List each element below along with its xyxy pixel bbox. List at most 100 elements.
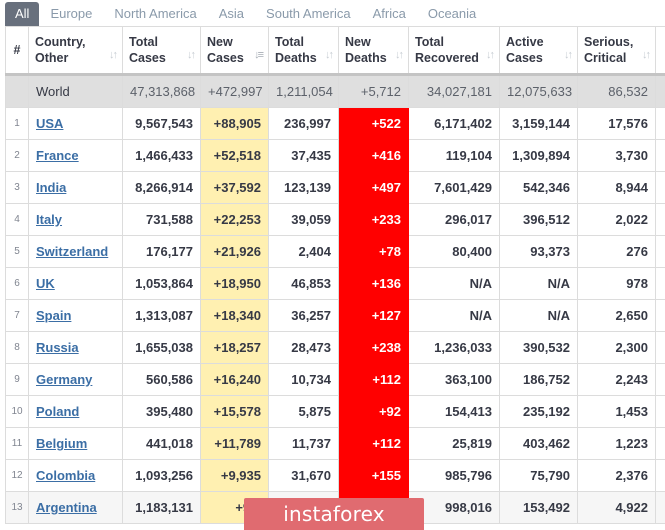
tab-all[interactable]: All: [5, 2, 40, 26]
new-cases-cell: +16,240: [200, 363, 269, 396]
col-total-cases-label-1: Total: [129, 35, 158, 49]
rank-cell: 3: [5, 171, 29, 204]
tab-north-america[interactable]: North America: [103, 2, 207, 26]
sort-icon[interactable]: ↓↑: [325, 47, 334, 63]
active-cases-cell: 75,790: [499, 459, 578, 492]
new-cases-cell: +21,926: [200, 235, 269, 268]
country-cell: Spain: [28, 299, 123, 332]
new-deaths-cell: +416: [338, 139, 409, 172]
rank-cell: 9: [5, 363, 29, 396]
new-cases-cell: +9,935: [200, 459, 269, 492]
sort-icon[interactable]: ↓↑: [642, 47, 651, 63]
rank-cell: 5: [5, 235, 29, 268]
total-recovered-cell: 363,100: [408, 363, 500, 396]
country-link[interactable]: Colombia: [36, 468, 95, 483]
col-total-recovered[interactable]: Total Recovered ↓↑: [408, 26, 500, 76]
col-total-cases[interactable]: Total Cases ↓↑: [122, 26, 201, 76]
new-cases-cell: +22,253: [200, 203, 269, 236]
sort-icon[interactable]: ↓↑: [395, 47, 404, 63]
active-cases-cell: 542,346: [499, 171, 578, 204]
overflow-cell: [655, 267, 665, 300]
col-new-deaths-label-2: Deaths: [345, 51, 387, 65]
total-recovered-cell: N/A: [408, 299, 500, 332]
new-deaths-cell: +497: [338, 171, 409, 204]
col-country[interactable]: Country, Other ↓↑: [28, 26, 123, 76]
total-cases-cell: 176,177: [122, 235, 201, 268]
country-link[interactable]: Belgium: [36, 436, 87, 451]
total-cases-cell: 1,183,131: [122, 491, 201, 524]
country-link[interactable]: Germany: [36, 372, 92, 387]
table-row: 1 USA 9,567,543 +88,905 236,997 +522 6,171,402…: [5, 107, 665, 140]
new-deaths-cell: +112: [338, 363, 409, 396]
country-link[interactable]: France: [36, 148, 79, 163]
tab-oceania[interactable]: Oceania: [417, 2, 487, 26]
sort-icon[interactable]: ↓↑: [564, 47, 573, 63]
col-serious-label-2: Critical: [584, 51, 627, 65]
active-cases-cell: 186,752: [499, 363, 578, 396]
overflow-cell: [655, 203, 665, 236]
serious-critical-cell: 276: [577, 235, 656, 268]
total-deaths-cell: 28,473: [268, 331, 339, 364]
country-link[interactable]: Poland: [36, 404, 79, 419]
overflow-cell: [655, 363, 665, 396]
sort-icon[interactable]: ↓↑: [187, 47, 196, 63]
country-link[interactable]: UK: [36, 276, 55, 291]
tab-africa[interactable]: Africa: [362, 2, 417, 26]
active-cases-cell: 396,512: [499, 203, 578, 236]
country-link[interactable]: Switzerland: [36, 244, 108, 259]
serious-critical-cell: 2,376: [577, 459, 656, 492]
overflow-cell: [655, 139, 665, 172]
country-link[interactable]: Argentina: [36, 500, 97, 515]
country-cell: Belgium: [28, 427, 123, 460]
country-link[interactable]: Spain: [36, 308, 71, 323]
col-new-cases[interactable]: New Cases ↓≡: [200, 26, 269, 76]
new-deaths-cell: +155: [338, 459, 409, 492]
serious-critical-cell: 2,022: [577, 203, 656, 236]
col-serious-critical[interactable]: Serious, Critical ↓↑: [577, 26, 656, 76]
col-country-label-2: Other: [35, 51, 69, 65]
table-row: 10 Poland 395,480 +15,578 5,875 +92 154,413 235…: [5, 395, 665, 428]
sort-icon[interactable]: ↓↑: [486, 47, 495, 63]
new-deaths-cell: +136: [338, 267, 409, 300]
col-new-deaths[interactable]: New Deaths ↓↑: [338, 26, 409, 76]
col-total-cases-label-2: Cases: [129, 51, 166, 65]
col-rank[interactable]: #: [5, 26, 29, 76]
country-link[interactable]: Russia: [36, 340, 79, 355]
sort-desc-active-icon[interactable]: ↓≡: [254, 47, 264, 63]
total-recovered-cell: 7,601,429: [408, 171, 500, 204]
header-row: # Country, Other ↓↑ Total Cases ↓↑ New Cases ↓…: [5, 26, 665, 76]
region-tabs: All Europe North America Asia South Amer…: [5, 2, 487, 26]
total-cases-cell: 560,586: [122, 363, 201, 396]
total-cases-cell: 1,466,433: [122, 139, 201, 172]
new-cases-cell: +52,518: [200, 139, 269, 172]
total-deaths-cell: 36,257: [268, 299, 339, 332]
new-cases-cell: +88,905: [200, 107, 269, 140]
col-new-cases-label-2: Cases: [207, 51, 244, 65]
col-active-cases[interactable]: Active Cases ↓↑: [499, 26, 578, 76]
overflow-cell: [655, 235, 665, 268]
total-deaths-cell: 37,435: [268, 139, 339, 172]
active-cases-cell: N/A: [499, 267, 578, 300]
new-deaths-cell: +5,712: [338, 74, 409, 108]
active-cases-cell: N/A: [499, 299, 578, 332]
rank-cell: 2: [5, 139, 29, 172]
total-recovered-cell: 34,027,181: [408, 74, 500, 108]
sort-icon[interactable]: ↓↑: [109, 47, 118, 63]
serious-critical-cell: 86,532: [577, 74, 656, 108]
country-link[interactable]: India: [36, 180, 66, 195]
col-total-deaths[interactable]: Total Deaths ↓↑: [268, 26, 339, 76]
tab-asia[interactable]: Asia: [208, 2, 255, 26]
tab-europe[interactable]: Europe: [39, 2, 103, 26]
serious-critical-cell: 8,944: [577, 171, 656, 204]
overflow-cell: [655, 74, 665, 108]
table-row: 6 UK 1,053,864 +18,950 46,853 +136 N/A N/A 978: [5, 267, 665, 300]
country-link[interactable]: USA: [36, 116, 63, 131]
new-deaths-cell: +127: [338, 299, 409, 332]
total-recovered-cell: 119,104: [408, 139, 500, 172]
active-cases-cell: 390,532: [499, 331, 578, 364]
total-recovered-cell: N/A: [408, 267, 500, 300]
country-link[interactable]: Italy: [36, 212, 62, 227]
new-cases-cell: +15,578: [200, 395, 269, 428]
tab-south-america[interactable]: South America: [255, 2, 362, 26]
serious-critical-cell: 2,300: [577, 331, 656, 364]
